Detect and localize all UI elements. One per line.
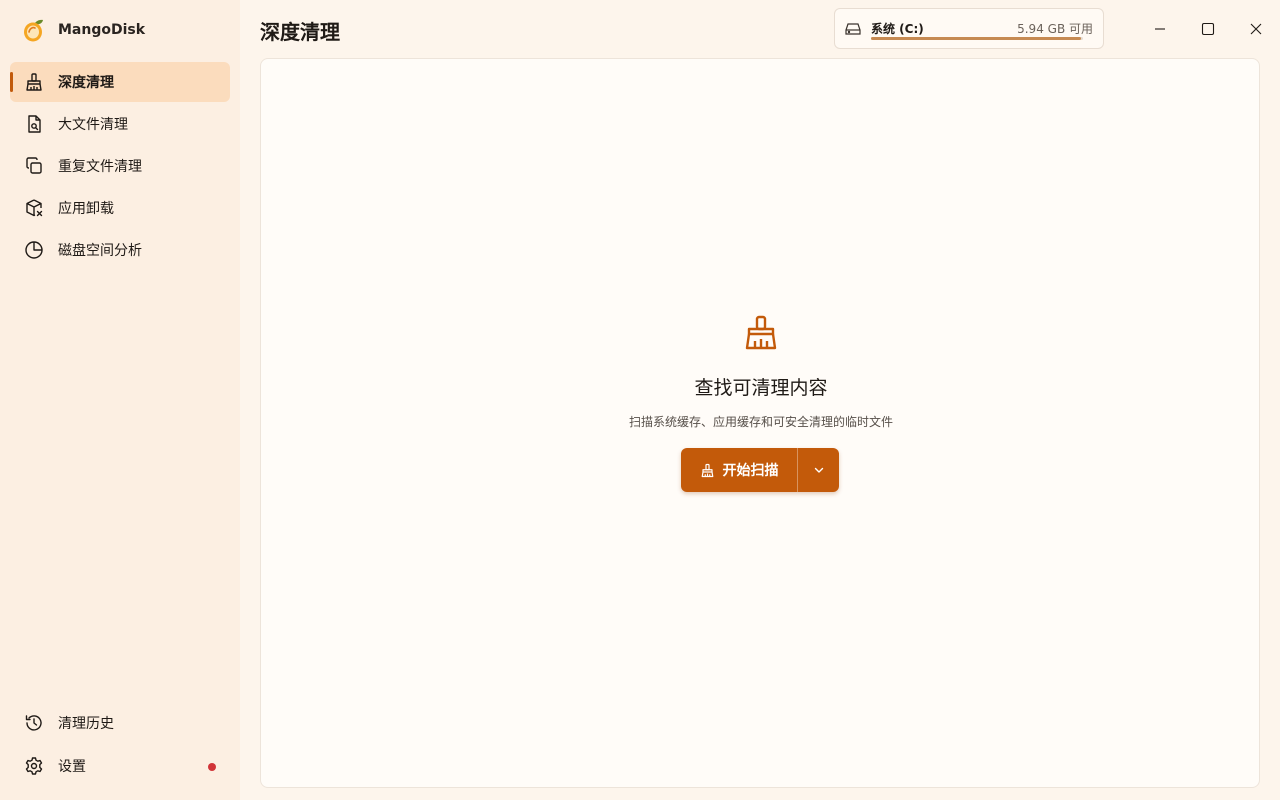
drive-name: 系统 (C:): [871, 22, 924, 36]
app-name: MangoDisk: [58, 22, 146, 38]
package-remove-icon: [24, 198, 44, 218]
sidebar-item-settings[interactable]: 设置: [10, 746, 230, 786]
sidebar-item-deep-clean[interactable]: 深度清理: [10, 62, 230, 102]
gear-icon: [24, 756, 44, 776]
drive-status-card[interactable]: 系统 (C:) 5.94 GB 可用: [834, 8, 1104, 49]
history-icon: [24, 713, 44, 733]
broom-icon: [745, 315, 777, 350]
window-controls: [1136, 0, 1280, 58]
sidebar: MangoDisk 深度清理 大文件清理 重复文件清理 应用卸载 磁盘空间分析 …: [0, 0, 240, 800]
sidebar-item-label: 清理历史: [58, 716, 114, 732]
close-button[interactable]: [1232, 0, 1280, 58]
sidebar-item-label: 应用卸载: [58, 201, 114, 217]
maximize-button[interactable]: [1184, 0, 1232, 58]
drive-free-space: 5.94 GB 可用: [1017, 22, 1093, 36]
content-panel: 查找可清理内容 扫描系统缓存、应用缓存和可安全清理的临时文件 开始扫描: [260, 58, 1260, 788]
pie-chart-icon: [24, 240, 44, 260]
sidebar-item-disk-analysis[interactable]: 磁盘空间分析: [10, 230, 230, 270]
drive-icon: [845, 23, 861, 35]
sidebar-item-label: 大文件清理: [58, 117, 128, 133]
sidebar-bottom-nav: 清理历史 设置: [10, 703, 230, 789]
close-icon: [1250, 23, 1262, 35]
start-scan-button[interactable]: 开始扫描: [681, 448, 797, 492]
drive-usage-fill: [871, 37, 1081, 40]
notification-dot: [208, 763, 216, 771]
drive-usage-bar: [871, 37, 1083, 40]
sidebar-item-label: 重复文件清理: [58, 159, 142, 175]
minimize-button[interactable]: [1136, 0, 1184, 58]
sidebar-nav: 深度清理 大文件清理 重复文件清理 应用卸载 磁盘空间分析: [10, 62, 230, 272]
sidebar-item-label: 设置: [58, 759, 86, 775]
empty-state-title: 查找可清理内容: [694, 377, 828, 399]
sidebar-item-uninstall[interactable]: 应用卸载: [10, 188, 230, 228]
scan-split-button: 开始扫描: [681, 448, 839, 492]
app-window: MangoDisk 深度清理 大文件清理 重复文件清理 应用卸载 磁盘空间分析 …: [0, 0, 1280, 800]
chevron-down-icon: [814, 467, 823, 473]
main-area: 深度清理 系统 (C:) 5.94 GB 可用 查找可清理内容 扫描系统缓存、应…: [240, 0, 1280, 800]
brand: MangoDisk: [22, 16, 145, 44]
empty-state: 查找可清理内容 扫描系统缓存、应用缓存和可安全清理的临时文件: [261, 315, 1261, 430]
file-search-icon: [24, 114, 44, 134]
copy-icon: [24, 156, 44, 176]
minimize-icon: [1155, 28, 1165, 30]
start-scan-label: 开始扫描: [722, 463, 779, 479]
sidebar-item-label: 深度清理: [58, 75, 114, 91]
broom-icon: [701, 463, 713, 477]
sidebar-item-duplicates[interactable]: 重复文件清理: [10, 146, 230, 186]
scan-options-dropdown[interactable]: [798, 448, 839, 492]
empty-state-description: 扫描系统缓存、应用缓存和可安全清理的临时文件: [628, 415, 893, 429]
sidebar-item-history[interactable]: 清理历史: [10, 703, 230, 743]
sidebar-item-large-files[interactable]: 大文件清理: [10, 104, 230, 144]
sidebar-item-label: 磁盘空间分析: [58, 243, 142, 259]
mango-logo-icon: [24, 19, 43, 42]
page-title: 深度清理: [260, 20, 340, 44]
broom-icon: [24, 72, 44, 92]
maximize-icon: [1201, 22, 1215, 36]
